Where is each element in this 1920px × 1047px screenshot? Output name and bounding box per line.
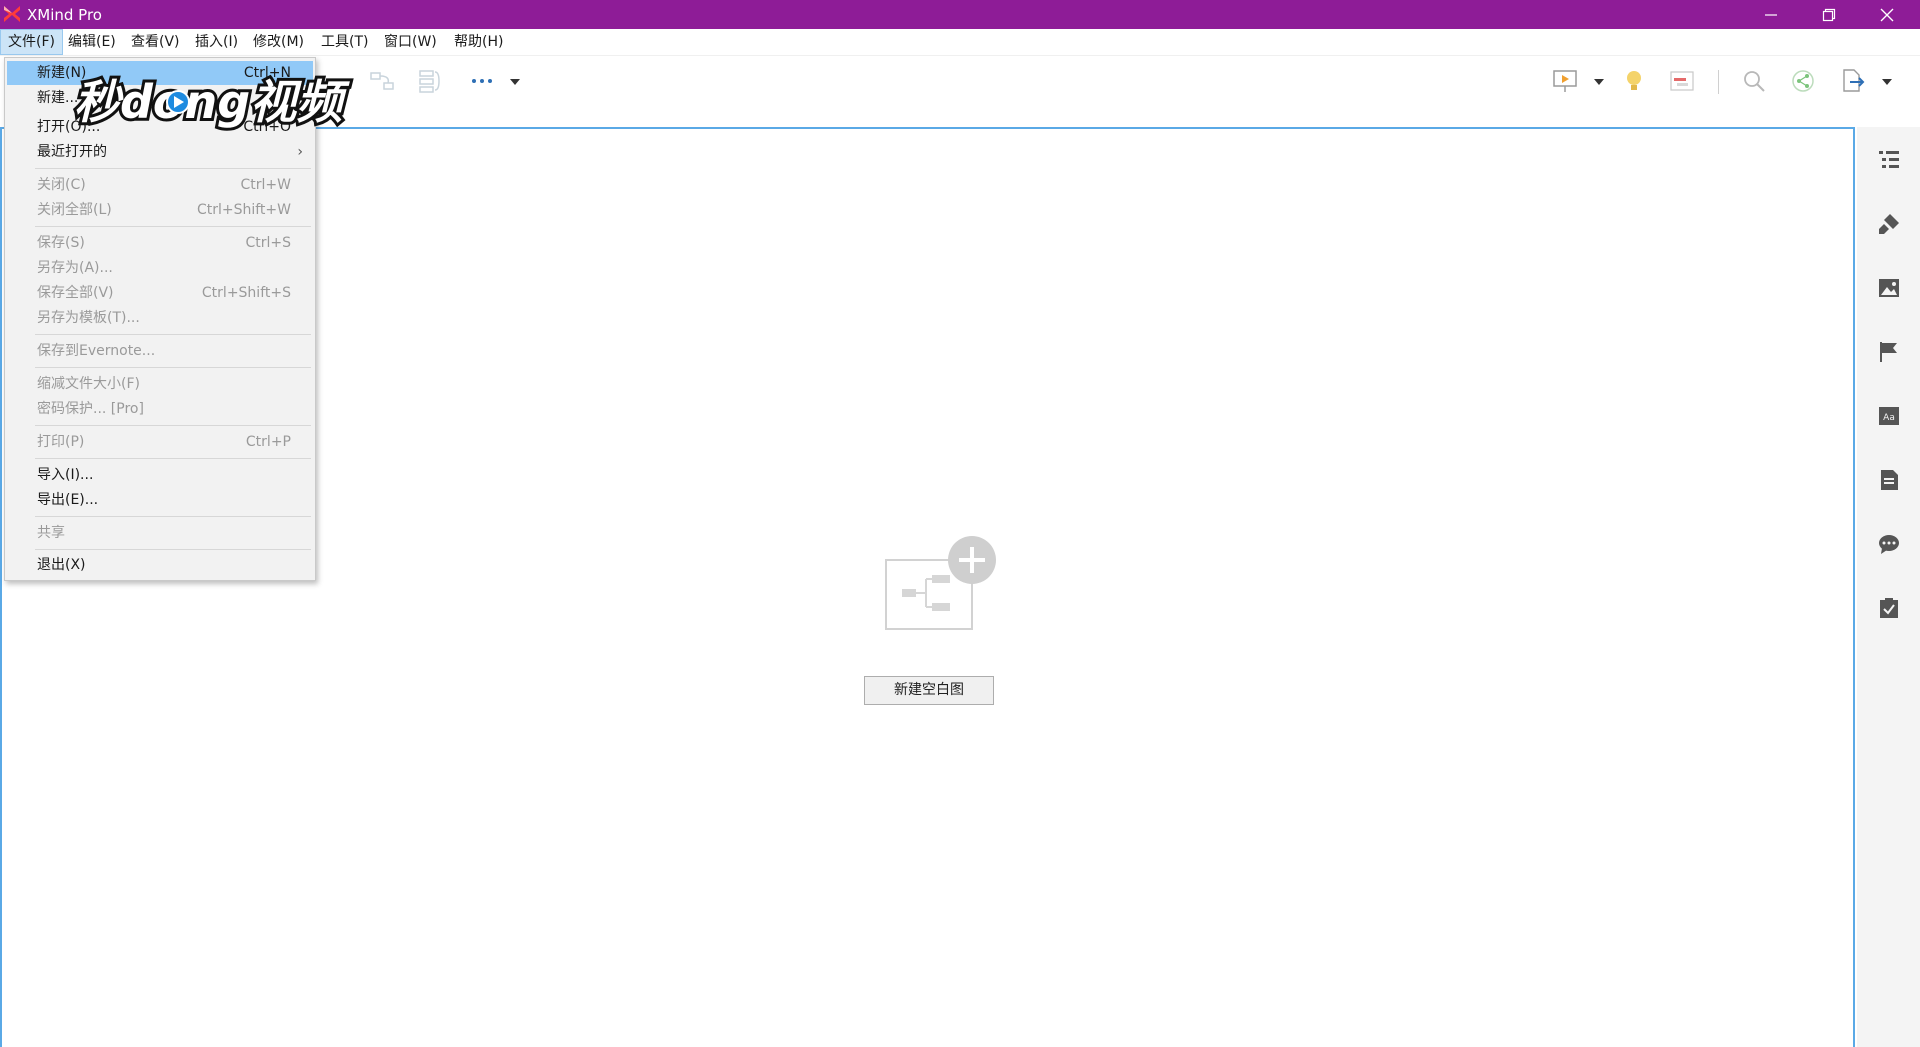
menu-item-label: 退出(X) <box>37 557 86 573</box>
menu-item-label: 导出(E)... <box>37 492 99 508</box>
font-icon[interactable]: Aa <box>1877 404 1901 428</box>
menu-window[interactable]: 窗口(W) <box>377 29 444 55</box>
dropdown-arrow-icon[interactable] <box>1878 67 1896 95</box>
toolbar-separator <box>1718 70 1719 94</box>
menu-item-shortcut: Ctrl+W <box>240 177 291 193</box>
comment-icon[interactable] <box>1877 532 1901 556</box>
more-icon[interactable] <box>468 67 496 95</box>
menu-item-label: 保存(S) <box>37 235 85 251</box>
menu-separator <box>35 425 311 426</box>
menu-item-save[interactable]: 保存(S) Ctrl+S <box>7 231 313 255</box>
minimize-button[interactable] <box>1742 0 1800 29</box>
menu-item-close-all[interactable]: 关闭全部(L) Ctrl+Shift+W <box>7 198 313 222</box>
new-map-icon <box>882 533 998 633</box>
svg-text:秒dong视频: 秒dong视频 <box>74 75 350 129</box>
menu-item-shortcut: Ctrl+S <box>245 235 291 251</box>
summary-icon[interactable] <box>416 67 444 95</box>
minimize-icon <box>1765 13 1777 16</box>
new-blank-map-button[interactable]: 新建空白图 <box>864 676 994 705</box>
menu-item-label: 保存全部(V) <box>37 285 114 301</box>
menu-item-label: 共享 <box>37 525 65 541</box>
image-icon[interactable] <box>1877 276 1901 300</box>
menu-item-shortcut: Ctrl+Shift+S <box>201 285 291 301</box>
menu-item-label: 关闭全部(L) <box>37 202 112 218</box>
menu-item-shortcut: Ctrl+P <box>245 434 291 450</box>
menu-item-recent[interactable]: 最近打开的 › <box>7 140 313 164</box>
menu-item-label: 最近打开的 <box>37 144 107 160</box>
dropdown-arrow-icon[interactable] <box>506 67 524 95</box>
menu-insert[interactable]: 插入(I) <box>188 29 245 55</box>
menu-item-label: 保存到Evernote... <box>37 343 156 359</box>
flag-marker-icon[interactable] <box>1877 340 1901 364</box>
dropdown-arrow-icon[interactable] <box>1590 67 1608 95</box>
menu-help[interactable]: 帮助(H) <box>447 29 510 55</box>
menu-item-reduce-file-size[interactable]: 缩减文件大小(F) <box>7 372 313 396</box>
presentation-icon[interactable] <box>1551 67 1579 95</box>
menu-separator <box>35 549 311 550</box>
menu-view[interactable]: 查看(V) <box>124 29 187 55</box>
menu-file[interactable]: 文件(F) <box>0 29 63 55</box>
menu-edit[interactable]: 编辑(E) <box>61 29 123 55</box>
menu-modify[interactable]: 修改(M) <box>246 29 311 55</box>
format-brush-icon[interactable] <box>1877 212 1901 236</box>
task-icon[interactable] <box>1877 596 1901 620</box>
right-sidebar: Aa <box>1857 127 1920 1047</box>
menu-item-share[interactable]: 共享 <box>7 521 313 545</box>
menu-item-exit[interactable]: 退出(X) <box>7 553 313 577</box>
brainstorm-bulb-icon[interactable] <box>1620 67 1648 95</box>
menu-item-print[interactable]: 打印(P) Ctrl+P <box>7 430 313 454</box>
close-icon <box>1880 8 1894 21</box>
menu-item-save-as[interactable]: 另存为(A)... <box>7 256 313 280</box>
menu-item-label: 缩减文件大小(F) <box>37 376 140 392</box>
menu-item-label: 打印(P) <box>37 434 85 450</box>
gantt-icon[interactable] <box>1668 67 1696 95</box>
menu-item-label: 另存为模板(T)... <box>37 310 140 326</box>
notes-icon[interactable] <box>1877 468 1901 492</box>
menu-item-password-protect[interactable]: 密码保护... [Pro] <box>7 397 313 421</box>
menu-separator <box>35 168 311 169</box>
share-icon[interactable] <box>1789 67 1817 95</box>
menu-item-import[interactable]: 导入(I)... <box>7 463 313 487</box>
xmind-logo-icon <box>2 4 22 24</box>
menu-item-label: 导入(I)... <box>37 467 94 483</box>
menu-tools[interactable]: 工具(T) <box>314 29 375 55</box>
restore-button[interactable] <box>1800 0 1858 29</box>
relationship-icon[interactable] <box>368 67 396 95</box>
menu-item-save-as-template[interactable]: 另存为模板(T)... <box>7 306 313 330</box>
menu-item-label: 另存为(A)... <box>37 260 113 276</box>
menu-item-close[interactable]: 关闭(C) Ctrl+W <box>7 173 313 197</box>
search-icon[interactable] <box>1740 67 1768 95</box>
menu-item-save-all[interactable]: 保存全部(V) Ctrl+Shift+S <box>7 281 313 305</box>
outline-icon[interactable] <box>1877 148 1901 172</box>
video-watermark-logo: 秒dong视频 <box>66 66 366 136</box>
restore-icon <box>1822 8 1836 21</box>
menu-separator <box>35 516 311 517</box>
menu-item-label: 密码保护... [Pro] <box>37 401 144 417</box>
submenu-arrow-icon: › <box>297 144 303 160</box>
close-button[interactable] <box>1858 0 1916 29</box>
window-title: XMind Pro <box>27 6 102 24</box>
menu-item-save-to-evernote[interactable]: 保存到Evernote... <box>7 339 313 363</box>
title-bar: XMind Pro <box>0 0 1920 29</box>
menu-item-export[interactable]: 导出(E)... <box>7 488 313 512</box>
svg-text:Aa: Aa <box>1883 413 1895 423</box>
menu-bar: 文件(F) 编辑(E) 查看(V) 插入(I) 修改(M) 工具(T) 窗口(W… <box>0 29 1920 56</box>
menu-separator <box>35 334 311 335</box>
export-icon[interactable] <box>1838 67 1866 95</box>
menu-separator <box>35 226 311 227</box>
menu-item-label: 关闭(C) <box>37 177 86 193</box>
menu-separator <box>35 367 311 368</box>
menu-item-shortcut: Ctrl+Shift+W <box>196 202 291 218</box>
menu-separator <box>35 458 311 459</box>
